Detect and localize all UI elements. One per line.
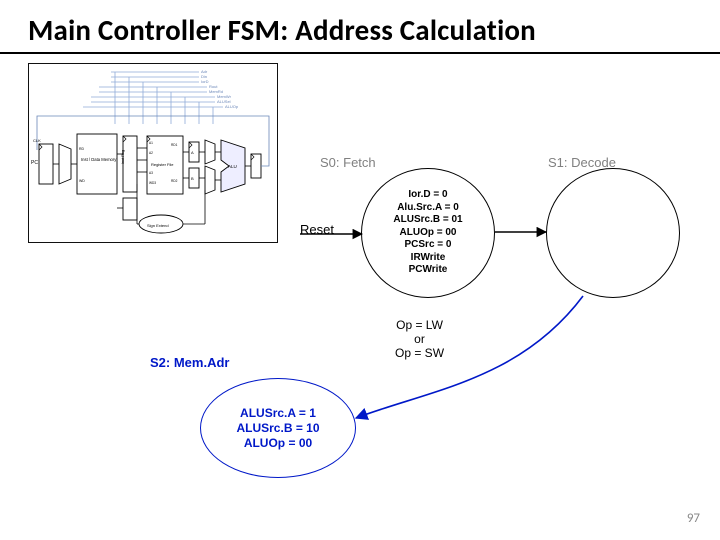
port-rd1: RD1 <box>171 143 178 147</box>
state-s0: Ior.D = 0 Alu.Src.A = 0 ALUSrc.B = 01 AL… <box>361 168 495 298</box>
s2-l1: ALUSrc.A = 1 <box>240 406 316 421</box>
s2-l2: ALUSrc.B = 10 <box>236 421 319 436</box>
a-reg: A <box>191 150 194 155</box>
b-reg: B <box>191 176 194 181</box>
sig-iord: IorD <box>201 79 209 84</box>
reset-label: Reset <box>300 222 334 237</box>
port-wd3: WD3 <box>149 181 156 185</box>
pc-label: PC <box>31 160 38 166</box>
trans-l2: or <box>395 332 444 346</box>
s0-l5: PCSrc = 0 <box>405 239 452 252</box>
state-s2: ALUSrc.A = 1 ALUSrc.B = 10 ALUOp = 00 <box>200 378 356 478</box>
page-number: 97 <box>687 511 700 526</box>
state-s1 <box>546 168 680 298</box>
s0-l1: Ior.D = 0 <box>408 189 447 202</box>
trans-l3: Op = SW <box>395 346 444 360</box>
s0-l7: PCWrite <box>409 264 448 277</box>
s0-l4: ALUOp = 00 <box>400 227 457 240</box>
port-rd: RD <box>79 147 85 151</box>
title-underline <box>0 52 720 54</box>
transition-s1-s2: Op = LW or Op = SW <box>395 318 444 360</box>
port-a3: A3 <box>149 171 153 175</box>
page-title: Main Controller FSM: Address Calculation <box>28 12 536 48</box>
s0-l2: Alu.Src.A = 0 <box>397 202 459 215</box>
port-a2: A2 <box>149 151 153 155</box>
port-a1: A1 <box>149 141 153 145</box>
state-s2-header: S2: Mem.Adr <box>150 355 229 370</box>
s2-l3: ALUOp = 00 <box>244 436 312 451</box>
s0-l6: IRWrite <box>411 252 446 265</box>
s0-l3: ALUSrc.B = 01 <box>393 214 462 227</box>
datapath-schematic: Adr Din IorD Rout MemRd MemWr ALUSel ALU… <box>28 63 278 243</box>
sig-aluop: ALUOp <box>225 104 239 109</box>
port-wd: WD <box>79 179 85 183</box>
alu-block: ALU <box>228 164 237 169</box>
mem-block: Inst / Data Memory <box>81 157 117 162</box>
ir-block: Inst Reg <box>121 150 125 164</box>
clk-label: CLK <box>33 138 41 143</box>
trans-l1: Op = LW <box>395 318 444 332</box>
signext-block: Sign Extend <box>147 223 169 228</box>
state-s0-header: S0: Fetch <box>320 155 376 170</box>
port-rd2: RD2 <box>171 179 178 183</box>
rf-block: Register File <box>151 162 174 167</box>
